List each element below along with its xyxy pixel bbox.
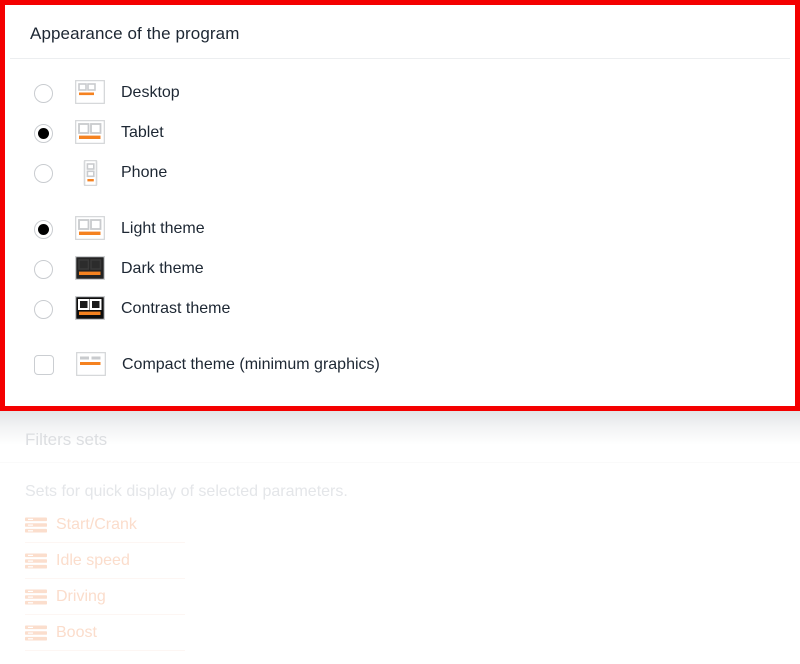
list-item[interactable]: Start/Crank <box>25 507 185 543</box>
option-label-contrast-theme: Contrast theme <box>121 300 231 317</box>
filter-set-label: Idle speed <box>56 551 130 569</box>
layout-desktop-icon <box>75 80 105 106</box>
theme-compact-icon <box>76 352 106 378</box>
filter-set-icon <box>25 625 47 641</box>
theme-dark-icon <box>75 256 105 282</box>
filter-set-label: Boost <box>56 623 97 641</box>
appearance-settings-card: Appearance of the program Desktop Tablet… <box>10 10 790 401</box>
option-label-compact-theme: Compact theme (minimum graphics) <box>122 356 380 373</box>
card-header: Appearance of the program <box>10 10 790 59</box>
group-separator-2 <box>30 329 770 345</box>
filters-sets-list: Start/Crank Idle speed Driving Boost <box>0 507 800 651</box>
option-row-phone[interactable]: Phone <box>30 153 770 193</box>
screen-root: Appearance of the program Desktop Tablet… <box>0 0 800 664</box>
filters-sets-section: Filters sets Sets for quick display of s… <box>0 411 800 664</box>
filter-set-label: Start/Crank <box>56 515 137 533</box>
radio-dark-theme[interactable] <box>34 259 53 279</box>
option-row-contrast-theme[interactable]: Contrast theme <box>30 289 770 329</box>
option-row-tablet[interactable]: Tablet <box>30 113 770 153</box>
layout-option-group: Desktop Tablet Phone <box>30 73 770 193</box>
radio-light-theme[interactable] <box>34 219 53 239</box>
filters-sets-title: Filters sets <box>25 429 108 449</box>
theme-light-icon <box>75 216 105 242</box>
radio-contrast-theme[interactable] <box>34 299 53 319</box>
option-label-phone: Phone <box>121 164 168 181</box>
highlight-annotation-box: Appearance of the program Desktop Tablet… <box>0 0 800 411</box>
card-body: Desktop Tablet Phone Light theme Dark th… <box>10 59 790 385</box>
page-title: Appearance of the program <box>30 24 240 43</box>
theme-contrast-icon <box>75 296 105 322</box>
filter-set-icon <box>25 589 47 605</box>
filters-sets-header: Filters sets <box>0 417 800 463</box>
layout-tablet-icon <box>75 120 105 146</box>
radio-tablet[interactable] <box>34 123 53 143</box>
option-row-light-theme[interactable]: Light theme <box>30 209 770 249</box>
option-row-dark-theme[interactable]: Dark theme <box>30 249 770 289</box>
list-item[interactable]: Idle speed <box>25 543 185 579</box>
group-separator-1 <box>30 193 770 209</box>
radio-desktop[interactable] <box>34 83 53 103</box>
theme-option-group: Light theme Dark theme Contrast theme <box>30 209 770 329</box>
option-label-tablet: Tablet <box>121 124 164 141</box>
radio-phone[interactable] <box>34 163 53 183</box>
layout-phone-icon <box>75 160 105 186</box>
option-row-desktop[interactable]: Desktop <box>30 73 770 113</box>
option-label-dark-theme: Dark theme <box>121 260 204 277</box>
list-item[interactable]: Boost <box>25 615 185 651</box>
option-label-desktop: Desktop <box>121 84 180 101</box>
filter-set-label: Driving <box>56 587 106 605</box>
filters-sets-description: Sets for quick display of selected param… <box>25 483 348 500</box>
option-row-compact-theme[interactable]: Compact theme (minimum graphics) <box>30 345 770 385</box>
list-item[interactable]: Driving <box>25 579 185 615</box>
filter-set-icon <box>25 517 47 533</box>
filter-set-icon <box>25 553 47 569</box>
checkbox-compact-theme[interactable] <box>34 355 54 375</box>
filters-sets-card: Filters sets Sets for quick display of s… <box>0 411 800 651</box>
option-label-light-theme: Light theme <box>121 220 205 237</box>
